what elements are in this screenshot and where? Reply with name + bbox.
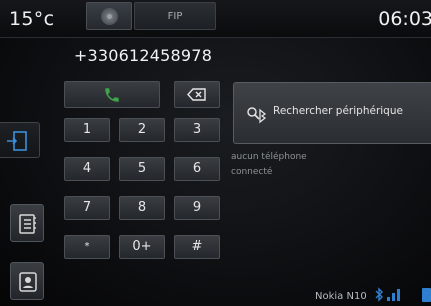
radio-source-tab[interactable]: FIP <box>134 2 216 30</box>
connection-status-line2: connecté <box>231 167 273 177</box>
connection-status: aucun téléphone connecté <box>231 150 307 180</box>
search-device-label: Rechercher périphérique <box>273 105 403 117</box>
backspace-button[interactable] <box>174 81 220 108</box>
key-9[interactable]: 9 <box>174 196 220 220</box>
contacts-button[interactable] <box>10 262 44 300</box>
clock: 06:03 <box>378 8 431 30</box>
phone-screen: 15°c FIP 06:03 +330612458978 1 2 3 4 5 6… <box>0 0 431 306</box>
key-star[interactable]: * <box>64 235 110 259</box>
phone-exit-icon <box>7 131 27 151</box>
key-7[interactable]: 7 <box>64 196 110 220</box>
bluetooth-search-icon <box>247 107 267 124</box>
call-button[interactable] <box>64 81 160 108</box>
key-2[interactable]: 2 <box>119 118 165 142</box>
phonebook-button[interactable] <box>10 204 44 242</box>
search-device-button[interactable]: Rechercher périphérique <box>233 82 431 144</box>
key-4[interactable]: 4 <box>64 157 110 181</box>
connected-device-name: Nokia N10 <box>315 291 367 302</box>
key-5[interactable]: 5 <box>119 157 165 181</box>
dialed-number: +330612458978 <box>73 46 213 65</box>
phone-exit-button[interactable] <box>0 122 40 158</box>
signal-icon <box>387 289 400 301</box>
key-6[interactable]: 6 <box>174 157 220 181</box>
call-icon <box>105 88 119 102</box>
key-1[interactable]: 1 <box>64 118 110 142</box>
media-source-button[interactable] <box>86 2 132 30</box>
key-hash[interactable]: # <box>174 235 220 259</box>
key-0-plus[interactable]: 0+ <box>119 235 165 259</box>
disc-icon <box>101 8 118 25</box>
contacts-icon <box>19 272 37 292</box>
temperature-readout: 15°c <box>9 8 55 30</box>
phonebook-icon <box>19 214 36 234</box>
key-8[interactable]: 8 <box>119 196 165 220</box>
bluetooth-icon <box>375 287 383 302</box>
key-3[interactable]: 3 <box>174 118 220 142</box>
backspace-icon <box>187 88 206 101</box>
status-bar: 15°c FIP 06:03 <box>0 0 431 38</box>
connection-status-line1: aucun téléphone <box>231 152 307 162</box>
battery-icon <box>422 288 431 302</box>
